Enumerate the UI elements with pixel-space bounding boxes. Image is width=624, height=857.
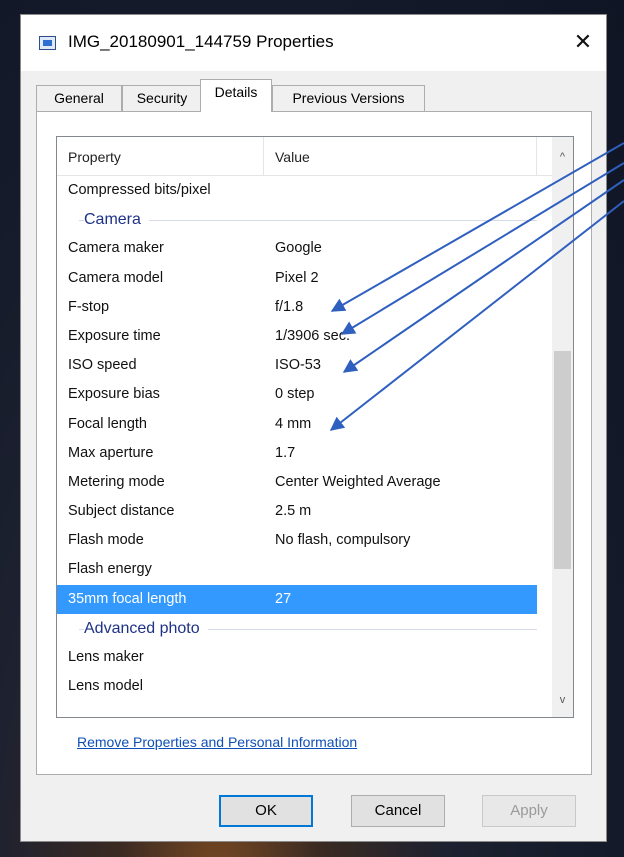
tab-previous-versions[interactable]: Previous Versions (272, 85, 425, 111)
title-bar: IMG_20180901_144759 Properties ✕ (21, 15, 606, 71)
property-value[interactable]: Pixel 2 (275, 264, 319, 293)
property-value[interactable]: 4 mm (275, 410, 311, 439)
property-row[interactable]: Compressed bits/pixel (57, 176, 537, 205)
property-value[interactable]: No flash, compulsory (275, 526, 410, 555)
group-header[interactable]: Camera (57, 205, 537, 235)
property-row[interactable]: Subject distance 2.5 m (57, 497, 537, 526)
property-row[interactable]: Camera maker Google (57, 234, 537, 263)
property-value[interactable]: 0 step (275, 380, 315, 409)
property-name: Lens maker (68, 649, 144, 665)
property-name: Exposure bias (68, 386, 160, 403)
property-row[interactable]: Lens model (57, 672, 537, 701)
property-name: Flash energy (68, 561, 152, 578)
property-name: Metering mode (68, 473, 165, 490)
property-value[interactable]: 1/3906 sec. (275, 322, 350, 351)
property-name: Camera maker (68, 240, 164, 257)
image-file-icon (39, 36, 56, 50)
property-value[interactable]: 2.5 m (275, 497, 311, 526)
tab-security[interactable]: Security (122, 85, 202, 111)
property-name: 35mm focal length (68, 590, 187, 607)
vertical-scrollbar[interactable]: ^ v (552, 137, 573, 717)
property-value[interactable]: 27 (275, 585, 291, 614)
properties-list[interactable]: Property Value Compressed bits/pixel Came… (56, 136, 574, 718)
apply-button[interactable]: Apply (482, 795, 576, 827)
property-row[interactable]: Focal length 4 mm (57, 410, 537, 439)
property-rows: Compressed bits/pixel Camera Camera maker G… (57, 176, 537, 701)
column-header: Property Value (57, 137, 573, 176)
property-name: F-stop (68, 298, 110, 315)
property-name: ISO speed (68, 357, 137, 374)
window-title: IMG_20180901_144759 Properties (68, 32, 334, 51)
group-label: Camera (84, 205, 149, 235)
column-header-value[interactable]: Value (275, 149, 310, 165)
property-row[interactable]: F-stop f/1.8 (57, 293, 537, 322)
property-value[interactable]: ISO-53 (275, 351, 321, 380)
properties-dialog: IMG_20180901_144759 Properties ✕ General… (20, 14, 607, 842)
close-button[interactable]: ✕ (566, 25, 600, 59)
column-header-property[interactable]: Property (68, 149, 121, 165)
property-row[interactable]: 35mm focal length 27 (57, 584, 537, 614)
property-name: Exposure time (68, 327, 161, 344)
chevron-up-icon[interactable]: ^ (552, 147, 573, 168)
property-value[interactable]: 1.7 (275, 439, 295, 468)
group-label: Advanced photo (84, 613, 208, 643)
property-row[interactable]: Lens maker (57, 643, 537, 672)
property-name: Subject distance (68, 503, 175, 520)
property-name: Max aperture (68, 444, 154, 461)
property-row[interactable]: ISO speed ISO-53 (57, 351, 537, 380)
column-divider[interactable] (263, 137, 264, 175)
group-header[interactable]: Advanced photo (57, 613, 537, 643)
tab-details[interactable]: Details (200, 79, 272, 112)
property-row[interactable]: Metering mode Center Weighted Average (57, 468, 537, 497)
remove-properties-link[interactable]: Remove Properties and Personal Informati… (77, 734, 357, 750)
property-name: Focal length (68, 415, 147, 432)
property-row[interactable]: Flash energy (57, 555, 537, 584)
property-row[interactable]: Exposure bias 0 step (57, 380, 537, 409)
property-name: Compressed bits/pixel (68, 182, 211, 198)
property-name: Camera model (68, 269, 164, 286)
property-value[interactable]: f/1.8 (275, 293, 303, 322)
property-row[interactable]: Exposure time 1/3906 sec. (57, 322, 537, 351)
property-row[interactable]: Camera model Pixel 2 (57, 264, 537, 293)
cancel-button[interactable]: Cancel (351, 795, 445, 827)
property-name: Lens model (68, 678, 143, 695)
details-panel: Property Value Compressed bits/pixel Came… (36, 111, 592, 775)
property-name: Flash mode (68, 532, 144, 549)
tab-general[interactable]: General (36, 85, 122, 111)
scrollbar-thumb[interactable] (554, 351, 571, 569)
property-value[interactable]: Google (275, 234, 322, 263)
property-row[interactable]: Max aperture 1.7 (57, 439, 537, 468)
ok-button[interactable]: OK (219, 795, 313, 827)
chevron-down-icon[interactable]: v (552, 690, 573, 711)
property-row[interactable]: Flash mode No flash, compulsory (57, 526, 537, 555)
property-value[interactable]: Center Weighted Average (275, 468, 441, 497)
column-divider[interactable] (536, 137, 537, 175)
